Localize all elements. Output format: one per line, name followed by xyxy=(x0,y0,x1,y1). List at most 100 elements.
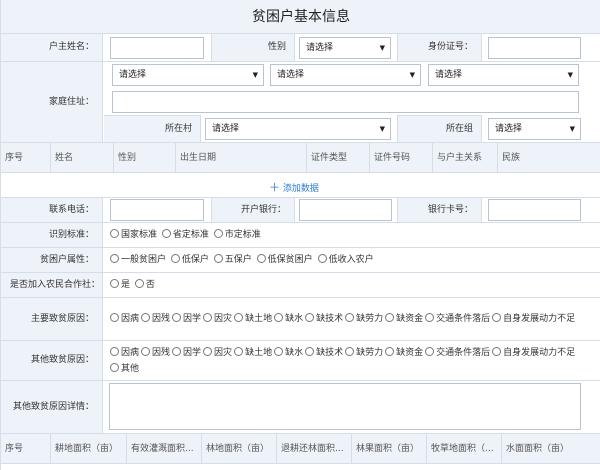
basic-row: 户主姓名： 性别 请选择 ▼ 身份证号： xyxy=(1,34,600,62)
householder-name-label: 户主姓名： xyxy=(1,34,103,61)
other-cause-radio-group-extra: 其他 xyxy=(110,361,141,377)
radio-option[interactable]: 市定标准 xyxy=(213,227,261,243)
standard-radio-group: 国家标准 省定标准 市定标准 xyxy=(110,227,263,243)
phone-input[interactable] xyxy=(110,199,204,221)
radio-icon xyxy=(385,347,395,356)
province-select[interactable]: 请选择 ▼ xyxy=(112,64,264,86)
phone-label: 联系电话： xyxy=(1,198,103,222)
page-title: 贫困户基本信息 xyxy=(1,0,600,34)
members-table-header: 序号 姓名 性别 出生日期 证件类型 证件号码 与户主关系 民族 xyxy=(1,143,600,173)
group-select[interactable]: 请选择 ▼ xyxy=(488,118,581,140)
radio-option[interactable]: 缺技术 xyxy=(305,345,343,361)
radio-icon xyxy=(492,313,502,322)
home-address-label: 家庭住址： xyxy=(1,62,103,142)
radio-icon xyxy=(203,313,213,322)
chevron-down-icon: ▼ xyxy=(569,125,575,133)
radio-option[interactable]: 因灾 xyxy=(203,311,232,327)
radio-icon xyxy=(110,279,119,288)
radio-icon xyxy=(345,347,355,356)
radio-option[interactable]: 五保户 xyxy=(213,252,252,268)
radio-option[interactable]: 交通条件落后 xyxy=(425,345,490,361)
column-header: 牧草地面积（... xyxy=(427,434,502,463)
chevron-down-icon: ▼ xyxy=(567,71,573,79)
radio-option[interactable]: 低保贫困户 xyxy=(256,252,313,268)
radio-option[interactable]: 交通条件落后 xyxy=(425,311,490,327)
radio-option[interactable]: 缺土地 xyxy=(234,311,272,327)
radio-option[interactable]: 省定标准 xyxy=(161,227,209,243)
radio-option[interactable]: 否 xyxy=(134,277,155,293)
radio-icon xyxy=(256,254,266,263)
radio-option[interactable]: 缺资金 xyxy=(385,345,423,361)
other-cause-radio-group: 因病 因残 因学 因灾 缺土地 缺水 缺技术 缺劳力 缺资金 交通条件落后 自身发展动力不足 xyxy=(110,345,600,361)
radio-icon xyxy=(110,229,119,238)
radio-option[interactable]: 因残 xyxy=(141,311,170,327)
radio-option[interactable]: 因灾 xyxy=(203,345,232,361)
radio-icon xyxy=(305,313,315,322)
radio-icon xyxy=(425,347,435,356)
householder-name-input[interactable] xyxy=(110,37,204,59)
bank-input[interactable] xyxy=(299,199,392,221)
members-table-body: ＋ 添加数据 xyxy=(1,173,600,198)
plus-icon: ＋ xyxy=(269,181,280,194)
radio-option[interactable]: 缺土地 xyxy=(234,345,272,361)
coop-radio-group: 是 否 xyxy=(110,277,157,293)
radio-option[interactable]: 其他 xyxy=(110,361,139,377)
radio-option[interactable]: 自身发展动力不足 xyxy=(492,311,575,327)
radio-option[interactable]: 国家标准 xyxy=(110,227,157,243)
poverty-household-form: 贫困户基本信息 户主姓名： 性别 请选择 ▼ 身份证号： 家庭住址： 请选择 ▼ 请… xyxy=(0,0,600,470)
column-header: 与户主关系 xyxy=(433,143,498,172)
radio-option[interactable]: 因病 xyxy=(110,311,139,327)
radio-option[interactable]: 缺资金 xyxy=(385,311,423,327)
radio-option[interactable]: 缺水 xyxy=(274,345,303,361)
radio-icon xyxy=(172,347,182,356)
county-select[interactable]: 请选择 ▼ xyxy=(428,64,579,86)
radio-option[interactable]: 因学 xyxy=(172,345,201,361)
radio-option[interactable]: 低保户 xyxy=(170,252,209,268)
chevron-down-icon: ▼ xyxy=(409,71,415,79)
bank-label: 开户银行： xyxy=(211,198,295,222)
radio-icon xyxy=(213,229,223,238)
column-header: 序号 xyxy=(1,143,51,172)
radio-option[interactable]: 缺技术 xyxy=(305,311,343,327)
radio-icon xyxy=(274,313,284,322)
other-detail-row: 其他致贫原因详情： xyxy=(1,381,600,434)
bank-card-input[interactable] xyxy=(488,199,581,221)
radio-option[interactable]: 因残 xyxy=(141,345,170,361)
radio-option[interactable]: 因病 xyxy=(110,345,139,361)
village-label: 所在村 xyxy=(104,115,201,142)
gender-label: 性别 xyxy=(211,34,295,61)
radio-icon xyxy=(110,347,119,356)
radio-icon xyxy=(110,363,119,372)
land-table-header: 序号 耕地面积（亩） 有效灌溉面积... 林地面积（亩） 退耕还林面积... 林… xyxy=(1,434,600,464)
radio-icon xyxy=(385,313,395,322)
village-select[interactable]: 请选择 ▼ xyxy=(205,118,391,140)
other-cause-label: 其他致贫原因： xyxy=(1,341,103,380)
column-header: 姓名 xyxy=(51,143,114,172)
radio-option[interactable]: 缺劳力 xyxy=(345,345,383,361)
radio-option[interactable]: 低收入农户 xyxy=(317,252,374,268)
radio-icon xyxy=(203,347,213,356)
radio-option[interactable]: 是 xyxy=(110,277,130,293)
city-select[interactable]: 请选择 ▼ xyxy=(270,64,421,86)
chevron-down-icon: ▼ xyxy=(252,71,258,79)
add-data-button[interactable]: ＋ 添加数据 xyxy=(269,179,319,195)
radio-option[interactable]: 缺劳力 xyxy=(345,311,383,327)
column-header: 证件号码 xyxy=(370,143,433,172)
radio-icon xyxy=(134,279,144,288)
chevron-down-icon: ▼ xyxy=(379,44,385,52)
gender-select[interactable]: 请选择 ▼ xyxy=(299,37,391,59)
other-cause-row: 其他致贫原因： 因病 因残 因学 因灾 缺土地 缺水 缺技术 缺劳力 缺资金 交通条件落后 自身发展… xyxy=(1,341,600,381)
address-detail-input[interactable] xyxy=(112,91,579,113)
radio-option[interactable]: 一般贫困户 xyxy=(110,252,166,268)
radio-icon xyxy=(345,313,355,322)
other-detail-textarea[interactable] xyxy=(109,383,581,430)
radio-option[interactable]: 因学 xyxy=(172,311,201,327)
main-cause-radio-group: 因病 因残 因学 因灾 缺土地 缺水 缺技术 缺劳力 缺资金 交通条件落后 自身发展动力不足 xyxy=(110,311,600,327)
radio-option[interactable]: 自身发展动力不足 xyxy=(492,345,575,361)
main-cause-label: 主要致贫原因： xyxy=(1,298,103,340)
radio-icon xyxy=(317,254,327,263)
group-label: 所在组 xyxy=(397,115,482,142)
coop-label: 是否加入农民合作社： xyxy=(1,273,103,297)
id-number-input[interactable] xyxy=(488,37,581,59)
radio-option[interactable]: 缺水 xyxy=(274,311,303,327)
